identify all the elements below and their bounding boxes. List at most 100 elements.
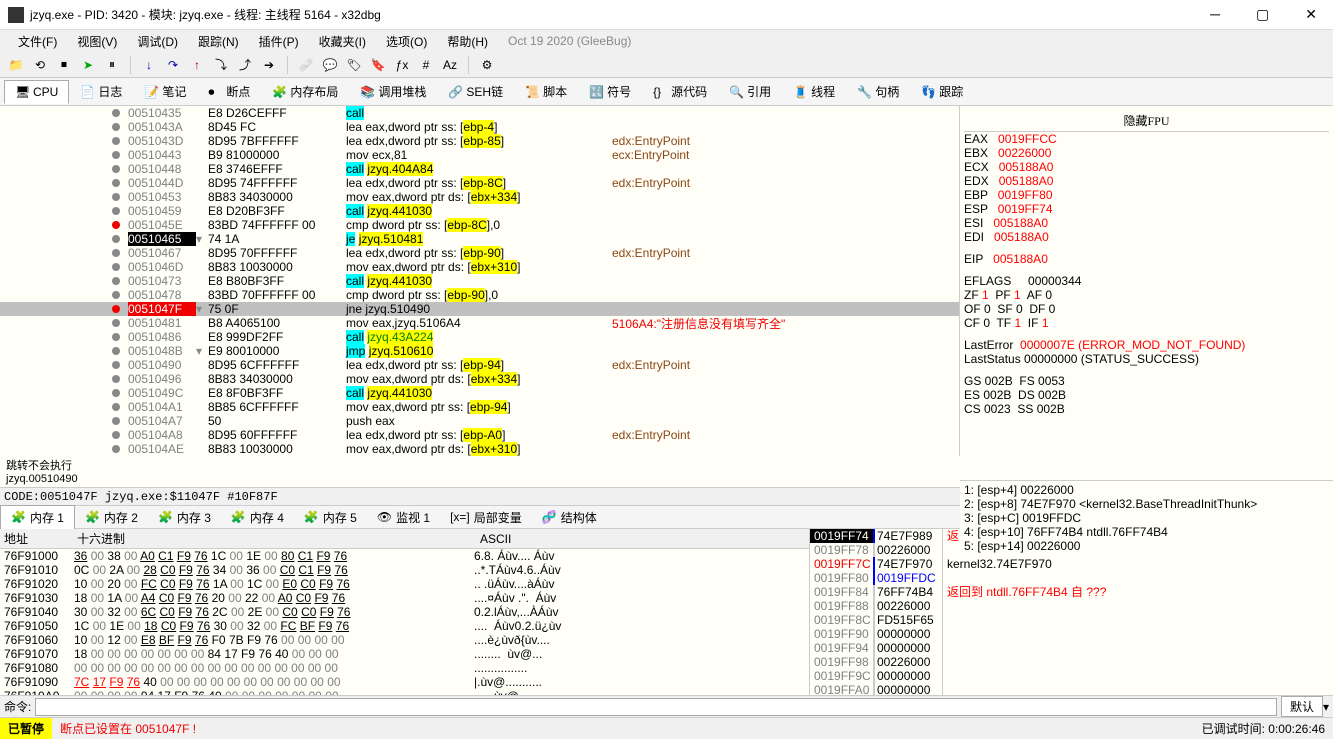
minimize-button[interactable]: ─ (1202, 6, 1228, 23)
registers-panel[interactable]: 隐藏FPU EAX 0019FFCCEBX 00226000ECX 005188… (960, 106, 1333, 456)
call-arg[interactable]: 3: [esp+C] 0019FFDC (964, 511, 1329, 525)
dump-tab-1[interactable]: 🧩内存 2 (75, 506, 148, 529)
stack-row[interactable]: 0019FF8CFD515F65 (810, 613, 1333, 627)
disasm-row[interactable]: 00510473E8 B80BF3FFcall jzyq.441030 (0, 274, 959, 288)
breakpoint-dot[interactable] (112, 333, 120, 341)
stack-row[interactable]: 0019FF8800226000 (810, 599, 1333, 613)
breakpoint-dot[interactable] (112, 123, 120, 131)
dump-row[interactable]: 76F9107018 00 00 00 00 00 00 00 84 17 F9… (0, 647, 809, 661)
seg-line[interactable]: CS 0023 SS 002B (964, 402, 1329, 416)
command-mode[interactable]: 默认 (1281, 696, 1323, 717)
step-out-icon[interactable]: ↑ (187, 55, 207, 75)
stack-row[interactable]: 0019FF9C00000000 (810, 669, 1333, 683)
close-button[interactable]: ✕ (1297, 6, 1325, 23)
dump-tab-2[interactable]: 🧩内存 3 (148, 506, 221, 529)
fpu-toggle[interactable]: 隐藏FPU (964, 110, 1329, 132)
functions-icon[interactable]: ƒx (392, 55, 412, 75)
disasm-row[interactable]: 005104AE8B83 10030000mov eax,dword ptr d… (0, 442, 959, 456)
dump-row[interactable]: 76F9106010 00 12 00 E8 BF F9 76 F0 7B F9… (0, 633, 809, 647)
dump-row[interactable]: 76F910907C 17 F9 76 40 00 00 00 00 00 00… (0, 675, 809, 689)
disasm-row[interactable]: 0051043D8D95 7BFFFFFFlea edx,dword ptr s… (0, 134, 959, 148)
reg-EDI[interactable]: EDI 005188A0 (964, 230, 1329, 244)
stack-row[interactable]: 0019FF8476FF74B4返回到 ntdll.76FF74B4 自 ??? (810, 585, 1333, 599)
breakpoint-dot[interactable] (112, 109, 120, 117)
breakpoint-dot[interactable] (112, 151, 120, 159)
dump-row[interactable]: 76F9103018 00 1A 00 A4 C0 F9 76 20 00 22… (0, 591, 809, 605)
call-arg[interactable]: 2: [esp+8] 74E7F970 <kernel32.BaseThread… (964, 497, 1329, 511)
breakpoint-dot[interactable] (112, 319, 120, 327)
pause-icon[interactable]: ⏸ (102, 55, 122, 75)
tab-日志[interactable]: 📄日志 (69, 78, 133, 105)
tab-CPU[interactable]: 🖥CPU (4, 80, 69, 104)
menu-7[interactable]: 帮助(H) (437, 33, 498, 50)
disasm-row[interactable]: 0051047F▾75 0Fjne jzyq.510490 (0, 302, 959, 316)
disasm-row[interactable]: 00510465▾74 1Aje jzyq.510481 (0, 232, 959, 246)
eflags[interactable]: EFLAGS 00000344 (964, 274, 1329, 288)
dump-tab-4[interactable]: 🧩内存 5 (294, 506, 367, 529)
dump-row[interactable]: 76F9108000 00 00 00 00 00 00 00 00 00 00… (0, 661, 809, 675)
dump-row[interactable]: 76F910100C 00 2A 00 28 C0 F9 76 34 00 36… (0, 563, 809, 577)
patches-icon[interactable]: 🩹 (296, 55, 316, 75)
comments-icon[interactable]: 💬 (320, 55, 340, 75)
reg-EBX[interactable]: EBX 00226000 (964, 146, 1329, 160)
open-icon[interactable]: 📁 (6, 55, 26, 75)
breakpoint-dot[interactable] (112, 375, 120, 383)
tab-源代码[interactable]: {}源代码 (642, 78, 718, 105)
tab-跟踪[interactable]: 👣跟踪 (910, 78, 974, 105)
tab-脚本[interactable]: 📜脚本 (514, 78, 578, 105)
disasm-row[interactable]: 0051048B▾E9 80010000jmp jzyq.510610 (0, 344, 959, 358)
step-over-icon[interactable]: ↷ (163, 55, 183, 75)
call-args-panel[interactable]: 1: [esp+4] 002260002: [esp+8] 74E7F970 <… (960, 480, 1333, 552)
reg-ESI[interactable]: ESI 005188A0 (964, 216, 1329, 230)
breakpoint-dot[interactable] (112, 249, 120, 257)
breakpoint-dot[interactable] (112, 361, 120, 369)
disasm-row[interactable]: 0051047883BD 70FFFFFF 00cmp dword ptr ss… (0, 288, 959, 302)
maximize-button[interactable]: ▢ (1248, 6, 1277, 23)
variables-icon[interactable]: # (416, 55, 436, 75)
stack-row[interactable]: 0019FF7C74E7F970kernel32.74E7F970 (810, 557, 1333, 571)
breakpoint-dot[interactable] (112, 347, 120, 355)
stack-row[interactable]: 0019FF9000000000 (810, 627, 1333, 641)
disasm-row[interactable]: 005104968B83 34030000mov eax,dword ptr d… (0, 372, 959, 386)
reg-EBP[interactable]: EBP 0019FF80 (964, 188, 1329, 202)
tab-SEH链[interactable]: 🔗SEH链 (437, 78, 514, 105)
run-icon[interactable]: ➤ (78, 55, 98, 75)
disasm-row[interactable]: 0051044D8D95 74FFFFFFlea edx,dword ptr s… (0, 176, 959, 190)
dump-tab-0[interactable]: 🧩内存 1 (0, 505, 75, 530)
trace-into-icon[interactable]: ⤵ (211, 55, 231, 75)
breakpoint-dot[interactable] (112, 207, 120, 215)
breakpoint-dot[interactable] (112, 137, 120, 145)
dump-tab-5[interactable]: 👁监视 1 (367, 506, 440, 529)
tab-引用[interactable]: 🔍引用 (718, 78, 782, 105)
disasm-row[interactable]: 005104A18B85 6CFFFFFFmov eax,dword ptr s… (0, 400, 959, 414)
dump-row[interactable]: 76F910A000 00 00 00 94 17 F9 76 40 00 00… (0, 689, 809, 695)
reg-EDX[interactable]: EDX 005188A0 (964, 174, 1329, 188)
stack-panel[interactable]: 0019FF7474E7F989返回到 kernel32.74E7F989 自 … (810, 529, 1333, 695)
breakpoint-dot[interactable] (112, 165, 120, 173)
restart-icon[interactable]: ⟲ (30, 55, 50, 75)
seg-line[interactable]: ES 002B DS 002B (964, 388, 1329, 402)
dump-tab-7[interactable]: 🧬结构体 (532, 506, 607, 529)
dump-row[interactable]: 76F9102010 00 20 00 FC C0 F9 76 1A 00 1C… (0, 577, 809, 591)
disasm-row[interactable]: 00510459E8 D20BF3FFcall jzyq.441030 (0, 204, 959, 218)
disasm-row[interactable]: 0051045E83BD 74FFFFFF 00cmp dword ptr ss… (0, 218, 959, 232)
disasm-row[interactable]: 0051043A8D45 FClea eax,dword ptr ss: [eb… (0, 120, 959, 134)
reg-EAX[interactable]: EAX 0019FFCC (964, 132, 1329, 146)
stack-row[interactable]: 0019FFA000000000 (810, 683, 1333, 695)
run-to-icon[interactable]: ➔ (259, 55, 279, 75)
reg-ECX[interactable]: ECX 005188A0 (964, 160, 1329, 174)
seg-line[interactable]: GS 002B FS 0053 (964, 374, 1329, 388)
flag-line[interactable]: OF 0 SF 0 DF 0 (964, 302, 1329, 316)
dump-tab-3[interactable]: 🧩内存 4 (221, 506, 294, 529)
tab-笔记[interactable]: 📝笔记 (133, 78, 197, 105)
disasm-row[interactable]: 005104538B83 34030000mov eax,dword ptr d… (0, 190, 959, 204)
command-input[interactable] (35, 698, 1277, 716)
disasm-row[interactable]: 0051046D8B83 10030000mov eax,dword ptr d… (0, 260, 959, 274)
dump-row[interactable]: 76F9104030 00 32 00 6C C0 F9 76 2C 00 2E… (0, 605, 809, 619)
memory-dump-panel[interactable]: 地址 十六进制 ASCII 76F9100036 00 38 00 A0 C1 … (0, 529, 810, 695)
breakpoint-dot[interactable] (112, 235, 120, 243)
tab-句柄[interactable]: 🔧句柄 (846, 78, 910, 105)
tab-调用堆栈[interactable]: 📚调用堆栈 (349, 78, 437, 105)
call-arg[interactable]: 4: [esp+10] 76FF74B4 ntdll.76FF74B4 (964, 525, 1329, 539)
disasm-row[interactable]: 0051049CE8 8F0BF3FFcall jzyq.441030 (0, 386, 959, 400)
